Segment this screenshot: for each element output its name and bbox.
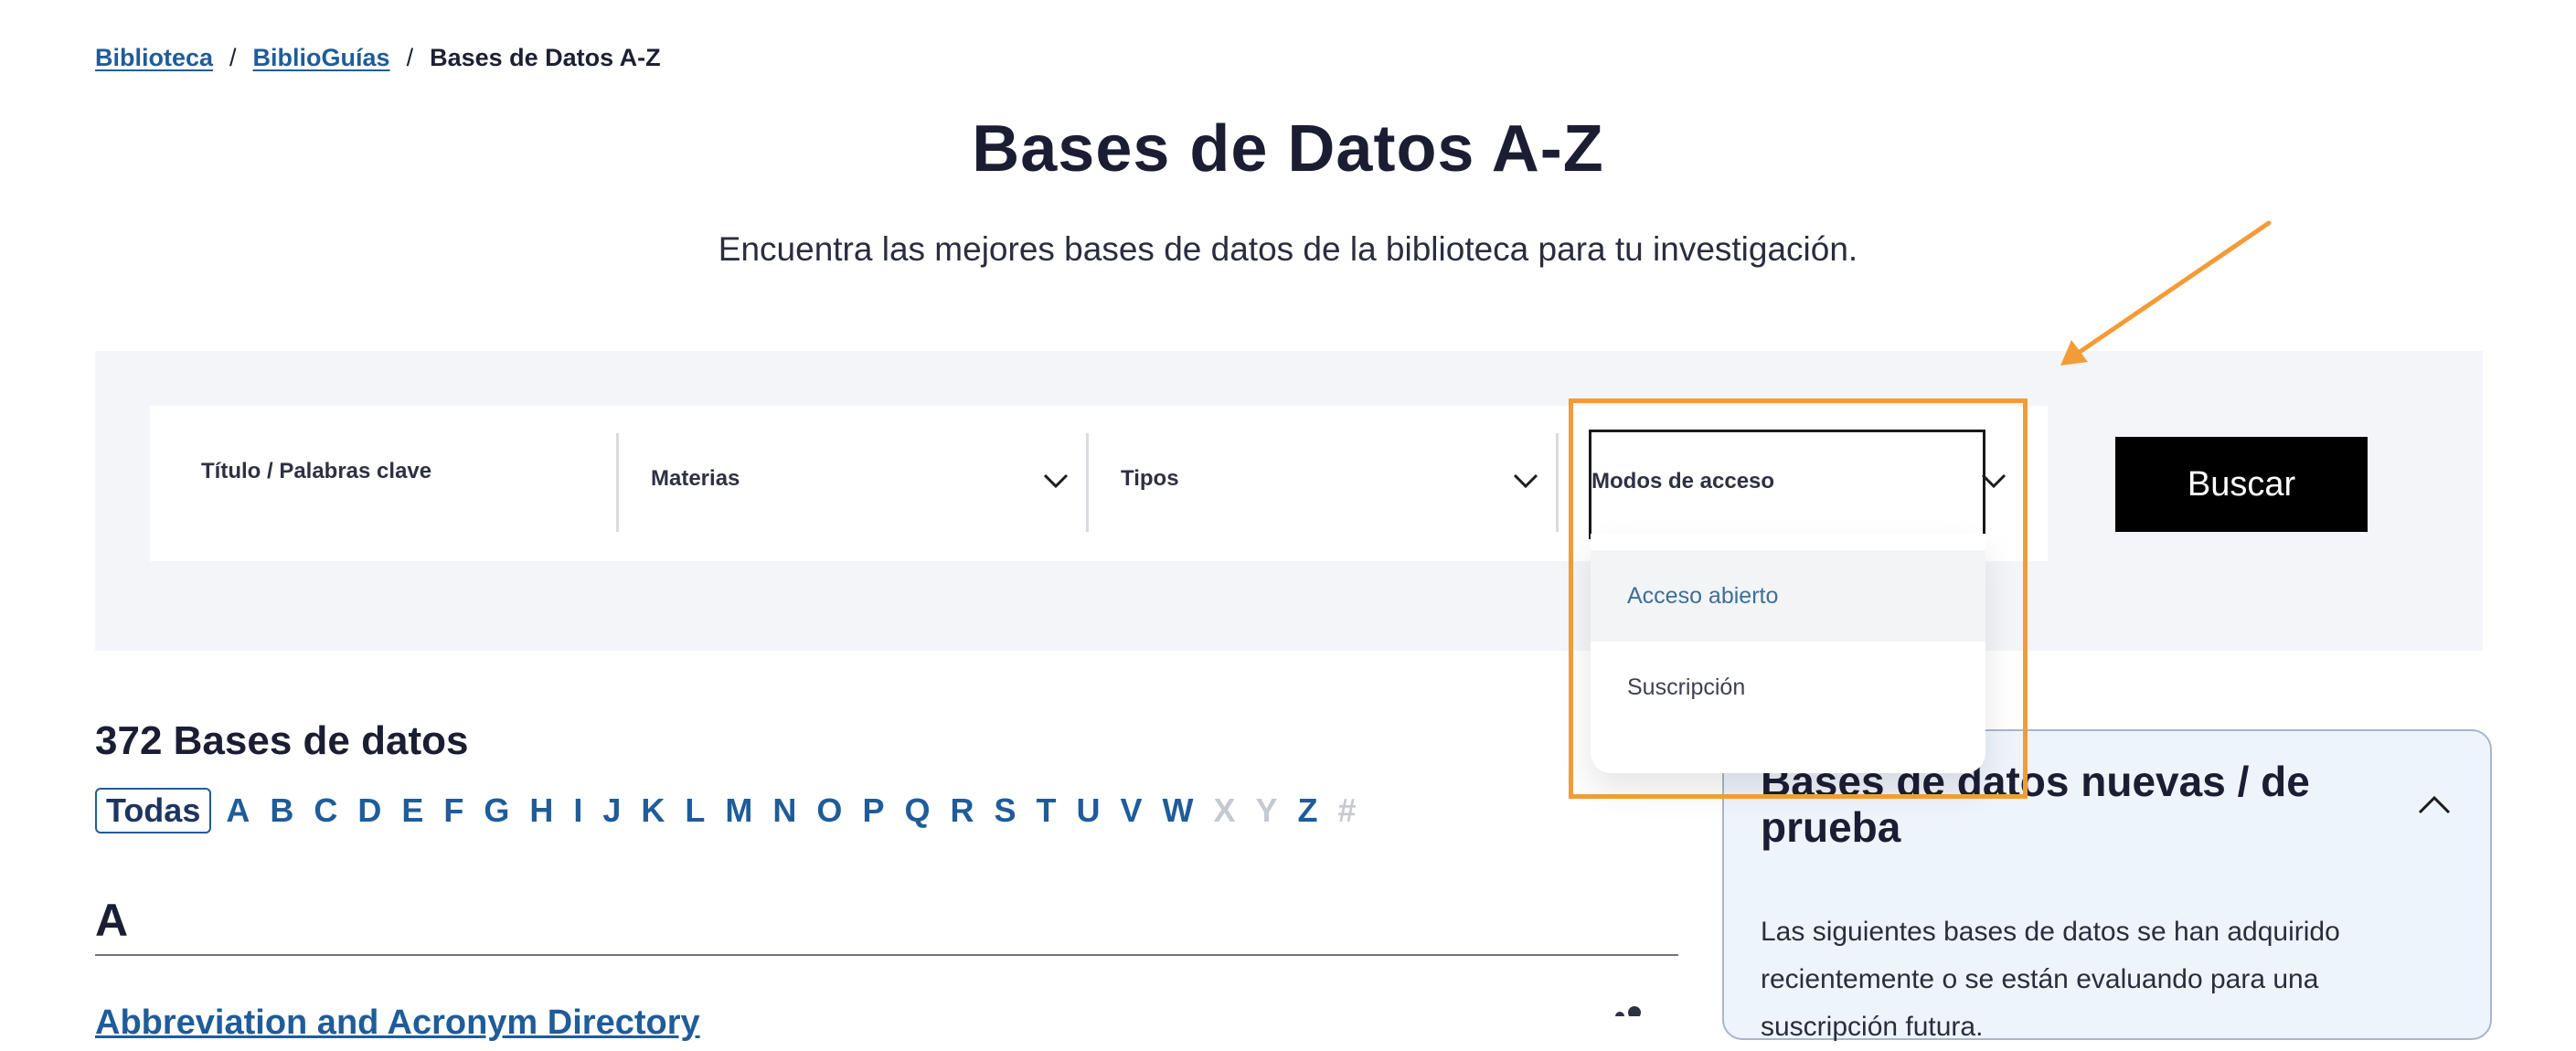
alpha-filter-c[interactable]: C	[314, 791, 337, 830]
alpha-filter-a[interactable]: A	[226, 791, 250, 830]
keyword-input[interactable]: Título / Palabras clave	[165, 420, 612, 548]
breadcrumb-separator: /	[229, 44, 237, 71]
alpha-filter-j[interactable]: J	[602, 791, 621, 830]
page-title: Bases de Datos A-Z	[972, 112, 1604, 186]
alpha-filter-g[interactable]: G	[484, 791, 509, 830]
types-select-label: Tipos	[1121, 466, 1179, 491]
alpha-filter-b[interactable]: B	[270, 791, 293, 830]
alpha-filter-z[interactable]: Z	[1298, 791, 1318, 830]
search-button[interactable]: Buscar	[2115, 437, 2368, 532]
alpha-filter-d[interactable]: D	[357, 791, 381, 830]
breadcrumb-link-biblioguias[interactable]: BiblioGuías	[253, 44, 390, 72]
chevron-down-icon	[1043, 473, 1069, 489]
alpha-filter-f[interactable]: F	[443, 791, 463, 830]
breadcrumb-link-biblioteca[interactable]: Biblioteca	[95, 44, 213, 72]
section-divider	[95, 954, 1678, 956]
alpha-filter-s[interactable]: S	[994, 791, 1016, 830]
field-divider	[1086, 433, 1089, 532]
page-subtitle: Encuentra las mejores bases de datos de …	[718, 230, 1858, 268]
alpha-filter-v[interactable]: V	[1120, 791, 1142, 830]
alpha-filter-k[interactable]: K	[641, 791, 665, 830]
annotation-highlight-box	[1569, 398, 2028, 799]
alpha-filter-p[interactable]: P	[862, 791, 884, 830]
alpha-filter-l[interactable]: L	[685, 791, 705, 830]
database-link[interactable]: Abbreviation and Acronym Directory	[95, 1003, 700, 1043]
alpha-filter-x: X	[1213, 791, 1236, 829]
keyword-input-label: Título / Palabras clave	[201, 459, 432, 483]
alpha-filter-e[interactable]: E	[401, 791, 423, 830]
subjects-select-label: Materias	[651, 466, 740, 491]
breadcrumb: Biblioteca / BiblioGuías / Bases de Dato…	[95, 44, 661, 72]
alpha-filter-m[interactable]: M	[725, 791, 752, 830]
alpha-filter-h[interactable]: H	[529, 791, 553, 830]
new-databases-description: Las siguientes bases de datos se han adq…	[1761, 917, 2340, 1042]
share-icon[interactable]	[1611, 1003, 1644, 1016]
alpha-filter-o[interactable]: O	[816, 791, 842, 830]
alpha-filter-all[interactable]: Todas	[95, 788, 212, 833]
field-divider	[616, 433, 619, 532]
field-divider	[1556, 433, 1559, 532]
types-select[interactable]: Tipos	[1101, 420, 1558, 548]
chevron-down-icon	[1513, 473, 1538, 489]
alpha-filter-y: Y	[1255, 791, 1278, 829]
alpha-filter-u[interactable]: U	[1076, 791, 1100, 830]
alpha-filter-i[interactable]: I	[573, 791, 582, 830]
alpha-filter-w[interactable]: W	[1163, 791, 1194, 830]
alpha-filter-r[interactable]: R	[950, 791, 974, 830]
chevron-up-icon[interactable]	[2417, 793, 2452, 815]
alpha-filter-q[interactable]: Q	[904, 791, 930, 830]
alpha-filter-t[interactable]: T	[1036, 791, 1056, 830]
alpha-filter-hash: #	[1337, 791, 1357, 829]
alphabet-filter: Todas A B C D E F G H I J K L M N O P Q …	[95, 788, 1377, 833]
section-heading-letter: A	[95, 895, 129, 946]
breadcrumb-separator: /	[406, 44, 414, 71]
breadcrumb-current: Bases de Datos A-Z	[430, 44, 661, 71]
alpha-filter-n[interactable]: N	[772, 791, 796, 830]
result-count: 372 Bases de datos	[95, 718, 469, 763]
subjects-select[interactable]: Materias	[631, 420, 1088, 548]
